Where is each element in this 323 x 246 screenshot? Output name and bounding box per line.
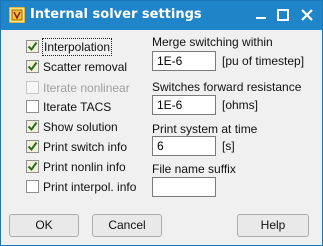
app-icon [9, 7, 25, 23]
merge-switching-label: Merge switching within [152, 35, 273, 49]
maximize-icon[interactable] [276, 8, 290, 22]
merge-switching-input[interactable] [152, 51, 216, 71]
checkbox-box [26, 81, 39, 94]
minimize-icon[interactable] [254, 8, 268, 22]
check-icon [27, 61, 38, 72]
forward-resistance-label: Switches forward resistance [152, 80, 302, 94]
checkbox-box[interactable] [26, 100, 39, 113]
merge-switching-unit: [pu of timestep] [222, 54, 305, 68]
print-system-time-input[interactable] [152, 136, 216, 156]
checkbox-label: Scatter removal [43, 60, 128, 74]
settings-dialog: Internal solver settings Interpolation S… [0, 0, 323, 246]
check-icon [27, 141, 38, 152]
file-name-suffix-label: File name suffix [152, 162, 236, 176]
print-system-time-unit: [s] [222, 139, 235, 153]
checkbox-box[interactable] [26, 120, 39, 133]
check-icon [27, 121, 38, 132]
check-icon [27, 161, 38, 172]
checkbox-label: Print nonlin info [43, 160, 126, 174]
checkbox-label: Iterate TACS [43, 100, 112, 114]
checkbox-label: Print switch info [43, 140, 128, 154]
checkbox-box[interactable] [26, 180, 39, 193]
close-icon[interactable] [300, 8, 314, 22]
ok-button[interactable]: OK [9, 214, 79, 237]
checkbox-box[interactable] [26, 40, 39, 53]
dialog-body: Interpolation Scatter removal Iterate no… [1, 30, 322, 245]
checkbox-box[interactable] [26, 140, 39, 153]
checkbox-label: Interpolation [41, 38, 113, 56]
file-name-suffix-input[interactable] [152, 177, 216, 197]
checkbox-label: Iterate nonlinear [43, 81, 130, 95]
checkbox-box[interactable] [26, 160, 39, 173]
title-bar[interactable]: Internal solver settings [1, 1, 322, 30]
print-system-time-label: Print system at time [152, 122, 258, 136]
forward-resistance-unit: [ohms] [222, 98, 259, 112]
checkbox-label: Show solution [43, 120, 118, 134]
help-button[interactable]: Help [237, 214, 309, 237]
checkbox-box[interactable] [26, 60, 39, 73]
checkbox-label: Print interpol. info [43, 180, 137, 194]
window-title: Internal solver settings [30, 7, 202, 22]
cancel-button[interactable]: Cancel [92, 214, 162, 237]
check-icon [27, 41, 38, 52]
forward-resistance-input[interactable] [152, 95, 216, 115]
